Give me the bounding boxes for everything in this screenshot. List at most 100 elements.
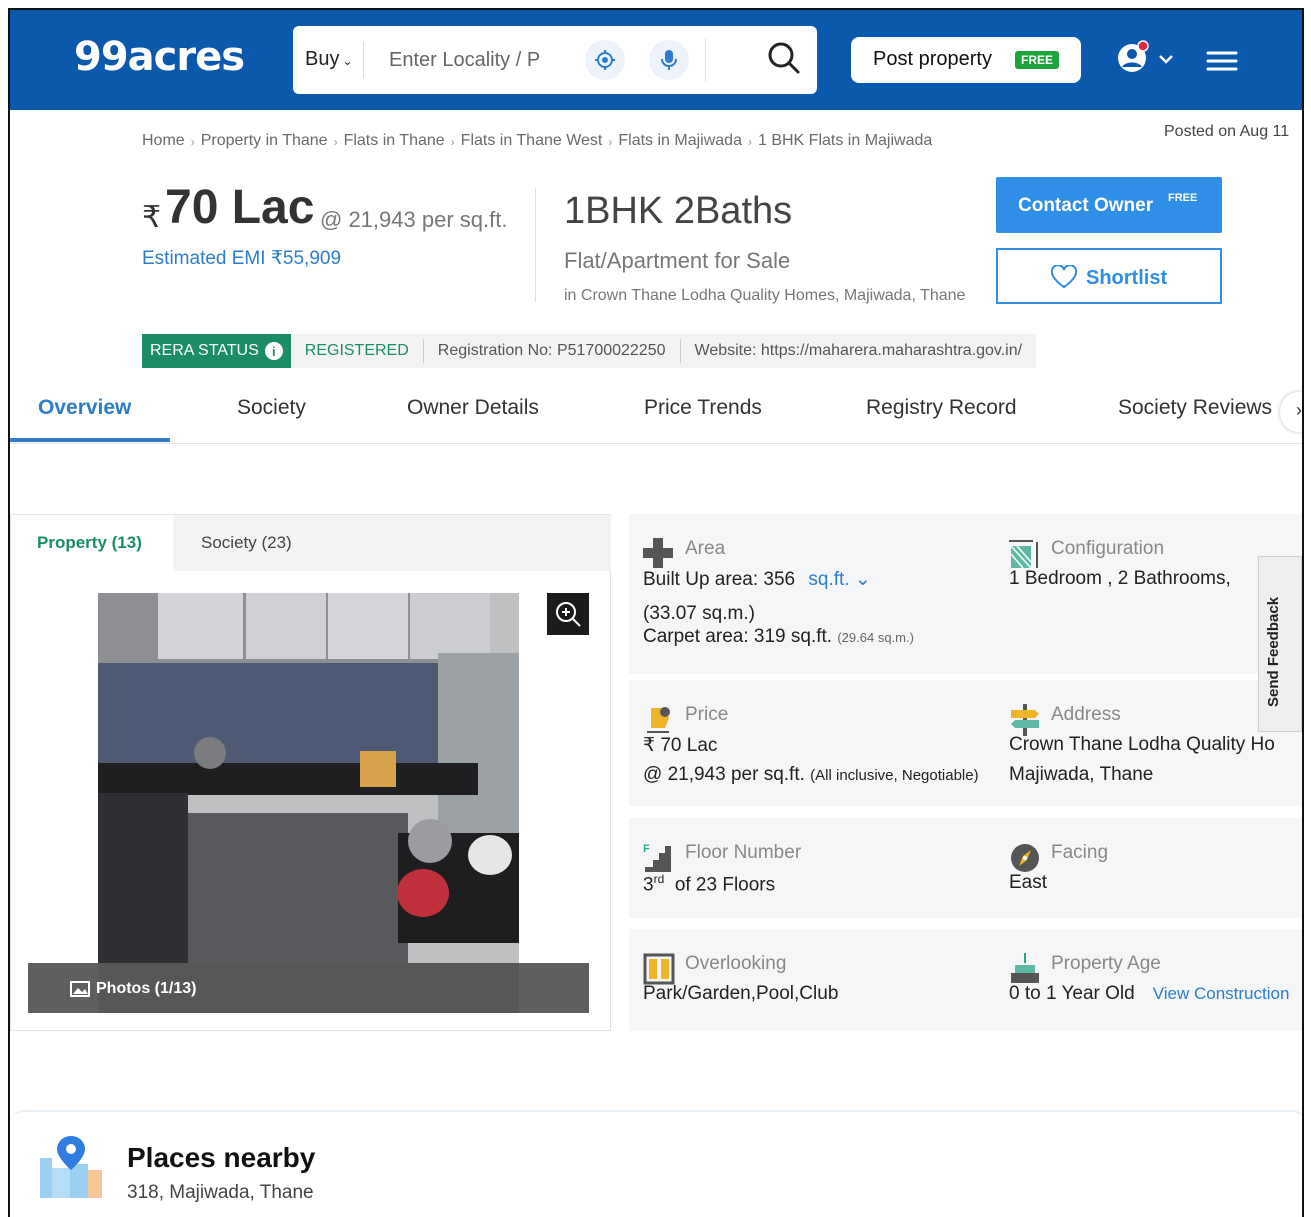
places-nearby-section: Places nearby 318, Majiwada, Thane — [10, 1110, 1302, 1217]
configuration-value: 1 Bedroom , 2 Bathrooms, — [1009, 568, 1231, 589]
search-icon[interactable] — [767, 41, 801, 75]
locality-search-input[interactable] — [389, 40, 569, 80]
area-icon — [643, 538, 673, 568]
breadcrumb-link[interactable]: Home — [142, 132, 185, 150]
unit-dropdown[interactable]: sq.ft. — [808, 569, 849, 590]
gallery-tabs: Property (13) Society (23) — [11, 515, 611, 571]
buy-dropdown[interactable]: Buy ⌄ — [305, 48, 353, 71]
breadcrumb-current: 1 BHK Flats in Majiwada — [757, 132, 933, 149]
shortlist-label: Shortlist — [1086, 267, 1168, 289]
gallery-tab-property[interactable]: Property (13) — [11, 515, 173, 571]
price-per-sqft-detail: @ 21,943 per sq.ft. (All inclusive, Nego… — [643, 764, 979, 786]
configuration-icon — [1009, 540, 1038, 569]
divider — [535, 188, 536, 302]
address-line2: Majiwada, Thane — [1009, 764, 1154, 785]
voice-search-button[interactable] — [649, 40, 689, 80]
contact-owner-label: Contact Owner — [1018, 195, 1154, 216]
chevron-right-icon: › — [608, 135, 613, 149]
top-navbar: 99acres Buy⌄ Post property FREE — [10, 10, 1302, 110]
price-per-sqft: @ 21,943 per sq.ft. — [320, 207, 508, 232]
detail-overlooking: Overlooking Park/Garden,Pool,Club — [629, 929, 995, 1031]
info-icon[interactable]: i — [264, 342, 283, 360]
window-view-icon — [643, 953, 675, 985]
tab-registry-record[interactable]: Registry Record — [866, 396, 1017, 420]
listing-title: 1BHK 2Baths — [564, 190, 793, 232]
tabs-next-arrow[interactable]: › — [1280, 392, 1302, 432]
zoom-in-icon — [556, 602, 581, 627]
detail-property-age: Property Age 0 to 1 Year Old View Constru… — [995, 929, 1302, 1031]
carpet-area-value: Carpet area: 319 sq.ft. — [643, 626, 833, 647]
divider — [363, 42, 364, 78]
breadcrumb-link[interactable]: Flats in Thane — [344, 132, 445, 150]
detail-floor-number: F Floor Number 3rd of 23 Floors — [629, 818, 995, 918]
breadcrumb-link[interactable]: Flats in Majiwada — [618, 132, 742, 150]
tab-overview[interactable]: Overview — [38, 396, 131, 420]
gallery-tab-society[interactable]: Society (23) — [201, 515, 292, 571]
estimated-emi-link[interactable]: Estimated EMI ₹55,909 — [142, 247, 341, 270]
places-nearby-title: Places nearby — [127, 1142, 316, 1173]
search-box: Buy ⌄ — [293, 26, 817, 94]
property-details-grid: Area Built Up area: 356 sq.ft. ⌄ (33.07 … — [629, 514, 1302, 1031]
detail-facing: Facing East — [995, 818, 1302, 918]
city-location-icon — [40, 1136, 102, 1198]
breadcrumb-link[interactable]: Flats in Thane West — [461, 132, 603, 150]
price-tag-icon — [647, 707, 670, 733]
chevron-right-icon: › — [190, 135, 195, 149]
tab-owner-details[interactable]: Owner Details — [407, 396, 539, 420]
microphone-icon — [661, 50, 677, 70]
price-label: Price — [685, 704, 729, 725]
price-note: (All inclusive, Negotiable) — [810, 767, 979, 784]
post-property-button[interactable]: Post property FREE — [851, 37, 1081, 83]
facing-label: Facing — [1051, 842, 1109, 863]
listing-type: Flat/Apartment for Sale — [564, 248, 791, 273]
contact-owner-button[interactable]: Contact Owner FREE — [996, 177, 1222, 233]
rera-registration-number: Registration No: P51700022250 — [437, 342, 666, 359]
built-up-area-sqm: (33.07 sq.m.) — [643, 603, 755, 624]
tab-society-reviews[interactable]: Society Reviews — [1118, 396, 1272, 420]
rupee-symbol: ₹ — [142, 201, 162, 234]
property-age-text: 0 to 1 Year Old — [1009, 983, 1135, 1004]
tab-society[interactable]: Society — [237, 396, 306, 420]
built-up-area: Built Up area: 356 sq.ft. ⌄ — [643, 568, 871, 591]
rera-status-badge: RERA STATUS i — [142, 334, 291, 368]
free-badge: FREE — [1168, 192, 1198, 204]
svg-text:F: F — [643, 843, 650, 855]
view-construction-link[interactable]: View Construction — [1153, 984, 1290, 1003]
free-badge: FREE — [1015, 51, 1060, 69]
property-photo[interactable] — [98, 593, 519, 1013]
breadcrumb: Home › Property in Thane › Flats in Thane ›… — [142, 132, 932, 150]
listing-price: 70 Lac — [165, 181, 315, 234]
property-age-label: Property Age — [1051, 953, 1161, 974]
send-feedback-tab[interactable]: Send Feedback — [1258, 556, 1302, 732]
rera-website: Website: https://maharera.maharashtra.go… — [694, 342, 1023, 359]
tab-price-trends[interactable]: Price Trends — [644, 396, 762, 420]
hamburger-menu-icon[interactable] — [1206, 50, 1238, 72]
overlooking-value: Park/Garden,Pool,Club — [643, 983, 839, 1004]
buy-label: Buy — [305, 48, 340, 70]
photos-count-bar[interactable]: Photos (1/13) — [28, 963, 589, 1013]
compass-icon — [1011, 844, 1039, 872]
cake-icon — [1011, 953, 1039, 983]
page-frame: 99acres Buy⌄ Post property FREE — [8, 8, 1304, 1217]
floor-value: 3rd of 23 Floors — [643, 872, 775, 896]
logo[interactable]: 99acres — [74, 34, 245, 80]
floor-label: Floor Number — [685, 842, 802, 863]
rera-status-label: RERA STATUS — [150, 342, 259, 359]
chevron-down-icon: ⌄ — [342, 54, 353, 68]
places-nearby-address: 318, Majiwada, Thane — [127, 1182, 314, 1203]
carpet-area: Carpet area: 319 sq.ft. (29.64 sq.m.) — [643, 626, 914, 648]
built-up-area-value: Built Up area: 356 — [643, 569, 796, 590]
photo-gallery: Property (13) Society (23) Photos (1/13) — [10, 514, 611, 1031]
locate-me-button[interactable] — [585, 40, 625, 80]
floor-stairs-icon: F — [643, 843, 671, 872]
shortlist-button[interactable]: Shortlist — [996, 248, 1222, 304]
user-account-icon[interactable] — [1116, 40, 1186, 80]
active-tab-indicator — [10, 438, 170, 442]
zoom-button[interactable] — [547, 593, 589, 635]
chevron-right-icon: › — [333, 135, 338, 149]
chevron-right-icon: › — [450, 135, 455, 149]
area-label: Area — [685, 538, 726, 559]
breadcrumb-link[interactable]: Property in Thane — [201, 132, 328, 150]
chevron-right-icon: › — [747, 135, 752, 149]
location-target-icon — [595, 50, 615, 70]
